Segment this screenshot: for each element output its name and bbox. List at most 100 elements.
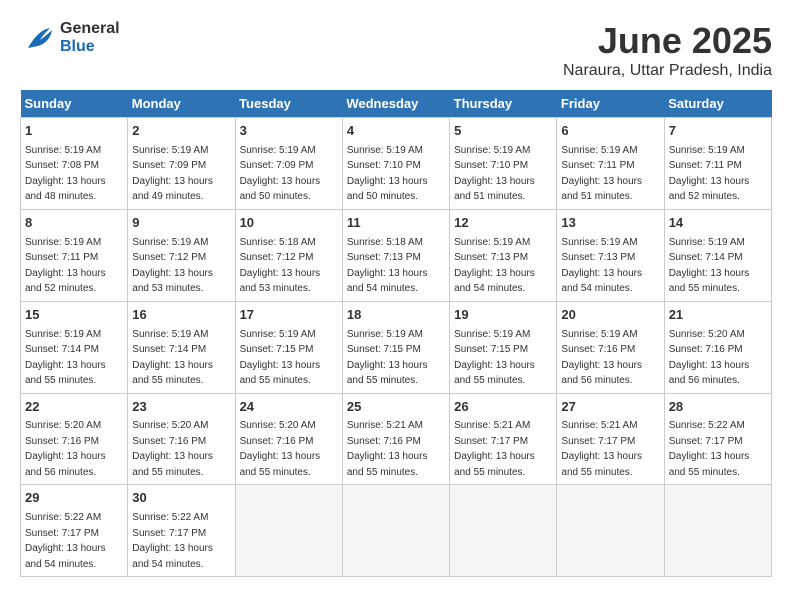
day-cell: 11 Sunrise: 5:18 AMSunset: 7:13 PMDaylig… <box>342 209 449 301</box>
weekday-header-row: Sunday Monday Tuesday Wednesday Thursday… <box>21 90 772 118</box>
day-number: 8 <box>25 214 123 233</box>
day-number: 29 <box>25 489 123 508</box>
day-info: Sunrise: 5:19 AMSunset: 7:14 PMDaylight:… <box>669 237 750 295</box>
day-cell: 5 Sunrise: 5:19 AMSunset: 7:10 PMDayligh… <box>450 118 557 210</box>
day-cell: 20 Sunrise: 5:19 AMSunset: 7:16 PMDaylig… <box>557 301 664 393</box>
day-number: 20 <box>561 306 659 325</box>
day-cell: 22 Sunrise: 5:20 AMSunset: 7:16 PMDaylig… <box>21 393 128 485</box>
day-number: 10 <box>240 214 338 233</box>
day-info: Sunrise: 5:20 AMSunset: 7:16 PMDaylight:… <box>669 329 750 387</box>
day-info: Sunrise: 5:19 AMSunset: 7:10 PMDaylight:… <box>454 145 535 203</box>
day-info: Sunrise: 5:19 AMSunset: 7:11 PMDaylight:… <box>561 145 642 203</box>
calendar-title-area: June 2025 Naraura, Uttar Pradesh, India <box>563 20 772 80</box>
day-number: 2 <box>132 122 230 141</box>
day-cell: 19 Sunrise: 5:19 AMSunset: 7:15 PMDaylig… <box>450 301 557 393</box>
day-info: Sunrise: 5:20 AMSunset: 7:16 PMDaylight:… <box>132 420 213 478</box>
day-info: Sunrise: 5:19 AMSunset: 7:12 PMDaylight:… <box>132 237 213 295</box>
logo: General Blue <box>20 20 120 56</box>
day-info: Sunrise: 5:18 AMSunset: 7:13 PMDaylight:… <box>347 237 428 295</box>
logo-general-text: General <box>60 20 120 38</box>
day-info: Sunrise: 5:20 AMSunset: 7:16 PMDaylight:… <box>25 420 106 478</box>
day-cell: 25 Sunrise: 5:21 AMSunset: 7:16 PMDaylig… <box>342 393 449 485</box>
calendar-week-row: 22 Sunrise: 5:20 AMSunset: 7:16 PMDaylig… <box>21 393 772 485</box>
day-number: 4 <box>347 122 445 141</box>
empty-cell <box>342 485 449 577</box>
day-number: 26 <box>454 398 552 417</box>
day-info: Sunrise: 5:19 AMSunset: 7:14 PMDaylight:… <box>25 329 106 387</box>
day-info: Sunrise: 5:21 AMSunset: 7:17 PMDaylight:… <box>454 420 535 478</box>
header-saturday: Saturday <box>664 90 771 118</box>
calendar-week-row: 29 Sunrise: 5:22 AMSunset: 7:17 PMDaylig… <box>21 485 772 577</box>
day-number: 17 <box>240 306 338 325</box>
day-cell: 27 Sunrise: 5:21 AMSunset: 7:17 PMDaylig… <box>557 393 664 485</box>
day-cell: 21 Sunrise: 5:20 AMSunset: 7:16 PMDaylig… <box>664 301 771 393</box>
day-number: 11 <box>347 214 445 233</box>
day-number: 14 <box>669 214 767 233</box>
calendar-table: Sunday Monday Tuesday Wednesday Thursday… <box>20 90 772 577</box>
day-number: 27 <box>561 398 659 417</box>
empty-cell <box>235 485 342 577</box>
day-number: 15 <box>25 306 123 325</box>
day-cell: 1 Sunrise: 5:19 AMSunset: 7:08 PMDayligh… <box>21 118 128 210</box>
day-cell: 30 Sunrise: 5:22 AMSunset: 7:17 PMDaylig… <box>128 485 235 577</box>
header-friday: Friday <box>557 90 664 118</box>
day-number: 25 <box>347 398 445 417</box>
day-info: Sunrise: 5:19 AMSunset: 7:11 PMDaylight:… <box>669 145 750 203</box>
day-info: Sunrise: 5:19 AMSunset: 7:15 PMDaylight:… <box>347 329 428 387</box>
day-info: Sunrise: 5:18 AMSunset: 7:12 PMDaylight:… <box>240 237 321 295</box>
day-number: 21 <box>669 306 767 325</box>
empty-cell <box>557 485 664 577</box>
day-number: 3 <box>240 122 338 141</box>
day-info: Sunrise: 5:19 AMSunset: 7:15 PMDaylight:… <box>240 329 321 387</box>
day-number: 30 <box>132 489 230 508</box>
day-cell: 8 Sunrise: 5:19 AMSunset: 7:11 PMDayligh… <box>21 209 128 301</box>
header-sunday: Sunday <box>21 90 128 118</box>
day-cell: 2 Sunrise: 5:19 AMSunset: 7:09 PMDayligh… <box>128 118 235 210</box>
day-cell: 17 Sunrise: 5:19 AMSunset: 7:15 PMDaylig… <box>235 301 342 393</box>
day-info: Sunrise: 5:21 AMSunset: 7:17 PMDaylight:… <box>561 420 642 478</box>
day-info: Sunrise: 5:22 AMSunset: 7:17 PMDaylight:… <box>132 512 213 570</box>
calendar-week-row: 8 Sunrise: 5:19 AMSunset: 7:11 PMDayligh… <box>21 209 772 301</box>
day-number: 16 <box>132 306 230 325</box>
calendar-week-row: 1 Sunrise: 5:19 AMSunset: 7:08 PMDayligh… <box>21 118 772 210</box>
day-info: Sunrise: 5:22 AMSunset: 7:17 PMDaylight:… <box>25 512 106 570</box>
day-number: 6 <box>561 122 659 141</box>
header-wednesday: Wednesday <box>342 90 449 118</box>
day-cell: 29 Sunrise: 5:22 AMSunset: 7:17 PMDaylig… <box>21 485 128 577</box>
location-title: Naraura, Uttar Pradesh, India <box>563 62 772 80</box>
day-info: Sunrise: 5:19 AMSunset: 7:08 PMDaylight:… <box>25 145 106 203</box>
day-cell: 14 Sunrise: 5:19 AMSunset: 7:14 PMDaylig… <box>664 209 771 301</box>
day-cell: 24 Sunrise: 5:20 AMSunset: 7:16 PMDaylig… <box>235 393 342 485</box>
day-cell: 3 Sunrise: 5:19 AMSunset: 7:09 PMDayligh… <box>235 118 342 210</box>
day-number: 23 <box>132 398 230 417</box>
day-number: 22 <box>25 398 123 417</box>
day-info: Sunrise: 5:19 AMSunset: 7:13 PMDaylight:… <box>454 237 535 295</box>
day-cell: 7 Sunrise: 5:19 AMSunset: 7:11 PMDayligh… <box>664 118 771 210</box>
day-number: 24 <box>240 398 338 417</box>
day-number: 18 <box>347 306 445 325</box>
day-number: 5 <box>454 122 552 141</box>
day-cell: 12 Sunrise: 5:19 AMSunset: 7:13 PMDaylig… <box>450 209 557 301</box>
day-info: Sunrise: 5:19 AMSunset: 7:15 PMDaylight:… <box>454 329 535 387</box>
day-number: 19 <box>454 306 552 325</box>
day-info: Sunrise: 5:19 AMSunset: 7:16 PMDaylight:… <box>561 329 642 387</box>
day-number: 12 <box>454 214 552 233</box>
day-cell: 18 Sunrise: 5:19 AMSunset: 7:15 PMDaylig… <box>342 301 449 393</box>
day-number: 13 <box>561 214 659 233</box>
day-info: Sunrise: 5:21 AMSunset: 7:16 PMDaylight:… <box>347 420 428 478</box>
empty-cell <box>664 485 771 577</box>
day-cell: 10 Sunrise: 5:18 AMSunset: 7:12 PMDaylig… <box>235 209 342 301</box>
day-cell: 23 Sunrise: 5:20 AMSunset: 7:16 PMDaylig… <box>128 393 235 485</box>
day-info: Sunrise: 5:19 AMSunset: 7:09 PMDaylight:… <box>240 145 321 203</box>
day-info: Sunrise: 5:20 AMSunset: 7:16 PMDaylight:… <box>240 420 321 478</box>
day-cell: 9 Sunrise: 5:19 AMSunset: 7:12 PMDayligh… <box>128 209 235 301</box>
day-cell: 13 Sunrise: 5:19 AMSunset: 7:13 PMDaylig… <box>557 209 664 301</box>
day-cell: 26 Sunrise: 5:21 AMSunset: 7:17 PMDaylig… <box>450 393 557 485</box>
day-cell: 6 Sunrise: 5:19 AMSunset: 7:11 PMDayligh… <box>557 118 664 210</box>
day-info: Sunrise: 5:19 AMSunset: 7:09 PMDaylight:… <box>132 145 213 203</box>
month-title: June 2025 <box>563 20 772 62</box>
logo-blue-text: Blue <box>60 38 120 56</box>
day-cell: 16 Sunrise: 5:19 AMSunset: 7:14 PMDaylig… <box>128 301 235 393</box>
general-blue-bird-icon <box>20 20 56 56</box>
day-number: 7 <box>669 122 767 141</box>
